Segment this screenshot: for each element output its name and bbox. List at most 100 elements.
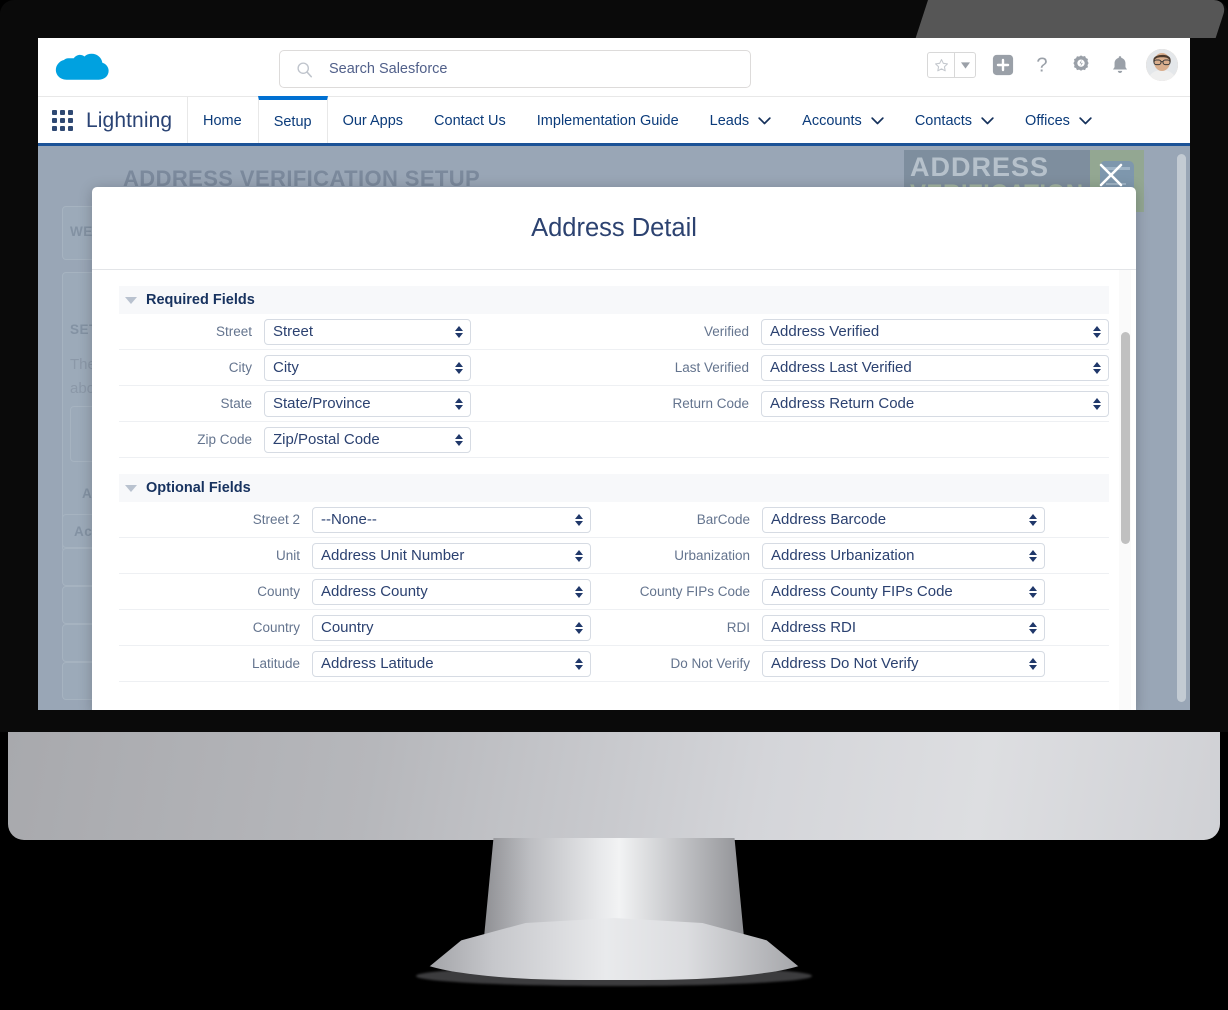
caret-down-icon[interactable] xyxy=(125,296,137,304)
field-select-value: Address RDI xyxy=(771,619,857,636)
field-label-street-2: Street 2 xyxy=(252,512,300,527)
field-select-value: Address Do Not Verify xyxy=(771,655,919,672)
section-title: Required Fields xyxy=(146,292,255,308)
section-header-optional[interactable]: Optional Fields xyxy=(119,474,1109,502)
field-select-value: Country xyxy=(321,619,374,636)
nav-tab-setup[interactable]: Setup xyxy=(257,96,328,144)
field-select-verified[interactable]: Address Verified xyxy=(761,318,1109,345)
favorites-caret-icon[interactable] xyxy=(955,53,975,77)
nav-tab-label: Accounts xyxy=(802,112,862,129)
page-scrollbar[interactable] xyxy=(1177,154,1186,702)
field-select-city[interactable]: City xyxy=(264,354,471,381)
chevron-down-icon[interactable] xyxy=(871,116,884,125)
user-avatar[interactable] xyxy=(1146,49,1178,81)
monitor-bezel-top xyxy=(0,0,1228,38)
field-select-value: Address Last Verified xyxy=(770,359,912,376)
field-label-last-verified: Last Verified xyxy=(674,360,749,375)
field-cell-right: County FIPs Code Address County FIPs Code xyxy=(614,578,1109,605)
field-cell-left: Street 2 --None-- xyxy=(119,506,614,533)
modal-body: Required Fields Street Street Verified Addre… xyxy=(92,270,1136,710)
nav-tab-leads[interactable]: Leads xyxy=(695,97,788,144)
setup-gear-icon[interactable] xyxy=(1068,53,1093,78)
field-select-value: Address Unit Number xyxy=(321,547,465,564)
select-arrows-icon xyxy=(575,585,583,598)
select-arrows-icon xyxy=(1029,585,1037,598)
field-select-street-2[interactable]: --None-- xyxy=(312,506,591,533)
global-search-box[interactable] xyxy=(279,50,751,88)
field-select-latitude[interactable]: Address Latitude xyxy=(312,650,591,677)
app-launcher-block[interactable]: Lightning xyxy=(38,97,188,144)
field-select-county-fips-code[interactable]: Address County FIPs Code xyxy=(762,578,1045,605)
modal-scrollbar-thumb[interactable] xyxy=(1121,332,1130,544)
nav-tabs: Home Setup Our Apps Contact Us Implementatio… xyxy=(188,96,1108,144)
field-select-value: State/Province xyxy=(273,395,371,412)
field-select-value: Address Return Code xyxy=(770,395,915,412)
field-label-city: City xyxy=(228,360,252,375)
field-label-county-fips-code: County FIPs Code xyxy=(639,584,750,599)
salesforce-cloud-logo[interactable] xyxy=(51,52,109,86)
app-navigation-bar: Lightning Home Setup Our Apps Contact Us Imp… xyxy=(38,96,1190,144)
field-select-county[interactable]: Address County xyxy=(312,578,591,605)
field-select-street[interactable]: Street xyxy=(264,318,471,345)
field-cell-left: City City xyxy=(119,354,613,381)
field-cell-left: Street Street xyxy=(119,318,613,345)
global-actions-icon[interactable] xyxy=(990,53,1015,78)
favorites-star-icon[interactable] xyxy=(928,53,954,77)
field-select-return-code[interactable]: Address Return Code xyxy=(761,390,1109,417)
field-select-unit[interactable]: Address Unit Number xyxy=(312,542,591,569)
monitor-chin xyxy=(8,732,1220,840)
field-label-return-code: Return Code xyxy=(672,396,749,411)
field-label-unit: Unit xyxy=(275,548,300,563)
section-title: Optional Fields xyxy=(146,480,251,496)
notifications-bell-icon[interactable] xyxy=(1107,53,1132,78)
nav-tab-label: Contact Us xyxy=(434,112,506,129)
nav-tab-contacts[interactable]: Contacts xyxy=(900,97,1010,144)
chevron-down-icon[interactable] xyxy=(981,116,994,125)
field-select-last-verified[interactable]: Address Last Verified xyxy=(761,354,1109,381)
svg-text:?: ? xyxy=(1036,54,1047,76)
field-select-value: Zip/Postal Code xyxy=(273,431,380,448)
field-row: Street Street Verified Address Verified xyxy=(119,314,1109,350)
select-arrows-icon xyxy=(1093,397,1101,410)
field-cell-left: State State/Province xyxy=(119,390,613,417)
bezel-sheen xyxy=(915,0,1228,38)
field-select-state[interactable]: State/Province xyxy=(264,390,471,417)
chevron-down-icon[interactable] xyxy=(1079,116,1092,125)
close-modal-button[interactable] xyxy=(1094,158,1128,192)
address-detail-modal: Address Detail Required Fields Street Stre… xyxy=(92,187,1136,710)
nav-tab-our-apps[interactable]: Our Apps xyxy=(328,97,419,144)
select-arrows-icon xyxy=(575,549,583,562)
field-select-barcode[interactable]: Address Barcode xyxy=(762,506,1045,533)
nav-tab-implementation-guide[interactable]: Implementation Guide xyxy=(522,97,695,144)
nav-tab-contact-us[interactable]: Contact Us xyxy=(419,97,522,144)
field-label-rdi: RDI xyxy=(726,620,750,635)
section-body-optional: Street 2 --None-- BarCode Address Barcode Un… xyxy=(92,502,1136,682)
favorites-group[interactable] xyxy=(927,52,976,78)
chevron-down-icon[interactable] xyxy=(758,116,771,125)
caret-down-icon[interactable] xyxy=(125,484,137,492)
search-input[interactable] xyxy=(329,61,740,77)
nav-tab-accounts[interactable]: Accounts xyxy=(787,97,900,144)
field-select-zip-code[interactable]: Zip/Postal Code xyxy=(264,426,471,453)
field-select-country[interactable]: Country xyxy=(312,614,591,641)
field-select-value: Address Barcode xyxy=(771,511,887,528)
field-select-value: Address Latitude xyxy=(321,655,434,672)
field-row: Zip Code Zip/Postal Code xyxy=(119,422,1109,458)
app-launcher-waffle-icon[interactable] xyxy=(52,110,73,131)
nav-tab-offices[interactable]: Offices xyxy=(1010,97,1108,144)
field-row: Country Country RDI Address RDI xyxy=(119,610,1109,646)
field-cell-right: Urbanization Address Urbanization xyxy=(614,542,1109,569)
nav-tab-home[interactable]: Home xyxy=(188,97,258,144)
section-header-required[interactable]: Required Fields xyxy=(119,286,1109,314)
field-cell-left: Unit Address Unit Number xyxy=(119,542,614,569)
field-select-value: Address Urbanization xyxy=(771,547,915,564)
field-select-rdi[interactable]: Address RDI xyxy=(762,614,1045,641)
help-icon[interactable]: ? xyxy=(1029,53,1054,78)
field-select-value: Address County FIPs Code xyxy=(771,583,953,600)
nav-tab-label: Implementation Guide xyxy=(536,112,679,129)
select-arrows-icon xyxy=(575,513,583,526)
field-select-urbanization[interactable]: Address Urbanization xyxy=(762,542,1045,569)
field-cell-right: Do Not Verify Address Do Not Verify xyxy=(614,650,1109,677)
field-select-do-not-verify[interactable]: Address Do Not Verify xyxy=(762,650,1045,677)
